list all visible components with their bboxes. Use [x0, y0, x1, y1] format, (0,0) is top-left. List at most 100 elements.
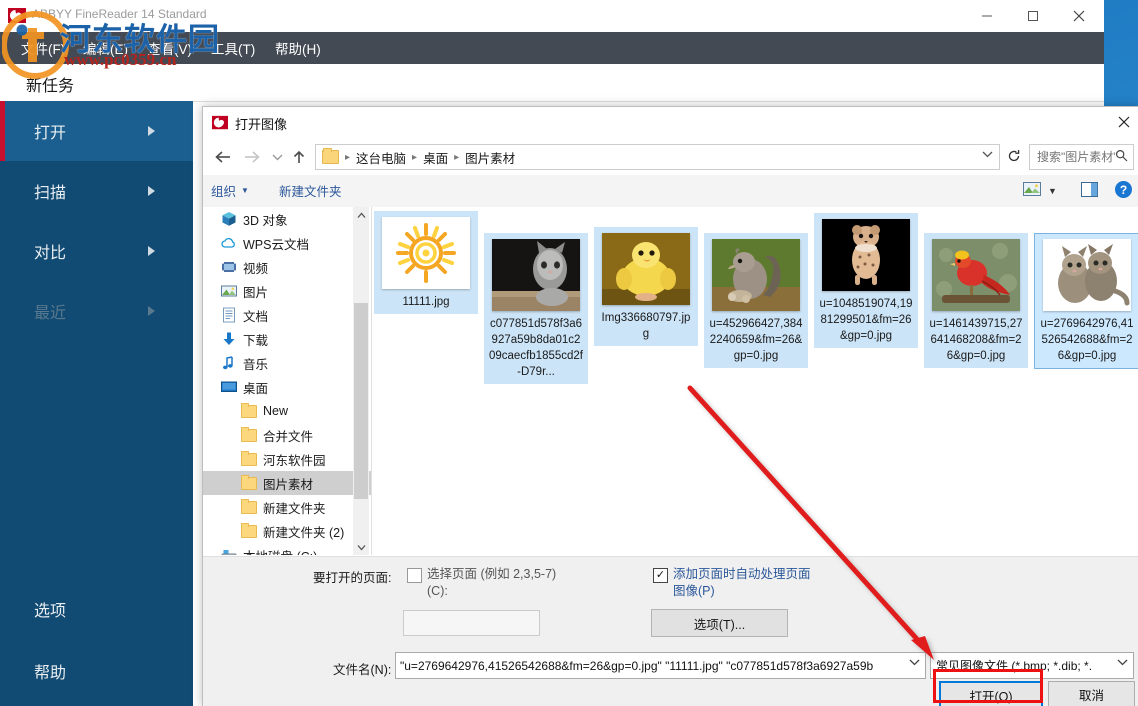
sidebar-item-label: 帮助 — [34, 665, 67, 682]
breadcrumb-item-desktop[interactable]: 桌面 — [423, 148, 448, 167]
view-layout-icon[interactable] — [1023, 182, 1041, 196]
search-input[interactable] — [1035, 149, 1119, 165]
video-icon — [221, 259, 237, 275]
tree-item-label: 本地磁盘 (C:) — [243, 546, 317, 556]
tree-item[interactable]: 音乐 — [203, 351, 371, 375]
auto-process-label[interactable]: 添加页面时自动处理页面图像(P) — [673, 566, 813, 600]
tree-item[interactable]: WPS云文档 — [203, 231, 371, 255]
breadcrumb-item-this-pc[interactable]: 这台电脑 — [356, 148, 406, 167]
scroll-up-arrow[interactable] — [353, 207, 369, 223]
maximize-button[interactable] — [1010, 0, 1056, 32]
abbyy-logo-icon — [212, 115, 228, 131]
cloud-icon — [221, 235, 237, 251]
app-titlebar: ABBYY FineReader 14 Standard — [0, 0, 1104, 32]
file-tile[interactable]: 11111.jpg — [374, 211, 478, 314]
scroll-down-arrow[interactable] — [353, 539, 369, 555]
tree-item[interactable]: 合并文件 — [203, 423, 371, 447]
menu-tools[interactable]: 工具(T) — [202, 32, 264, 64]
menu-bar: 文件(F) 编辑(E) 查看(V) 工具(T) 帮助(H) — [0, 32, 1104, 64]
sidebar-item-help[interactable]: 帮助 — [0, 641, 193, 701]
file-name-label: 11111.jpg — [402, 296, 450, 308]
file-tile[interactable]: Img336680797.jpg — [594, 227, 698, 346]
filename-combobox[interactable]: "u=2769642976,41526542688&fm=26&gp=0.jpg… — [395, 652, 926, 679]
back-button[interactable] — [211, 145, 235, 169]
new-folder-button[interactable]: 新建文件夹 — [279, 181, 342, 200]
organize-button[interactable]: 组织 ▼ — [211, 181, 249, 200]
sidebar-item-open[interactable]: 打开 — [0, 101, 193, 161]
menu-file[interactable]: 文件(F) — [12, 32, 74, 64]
page-title: 新任务 — [26, 78, 75, 95]
breadcrumb-item-current[interactable]: 图片素材 — [465, 148, 515, 167]
file-tile[interactable]: u=2769642976,41526542688&fm=26&gp=0.jpg — [1034, 233, 1138, 369]
tree-item-label: 下载 — [243, 333, 269, 348]
dialog-title: 打开图像 — [235, 117, 288, 132]
sidebar-item-scan[interactable]: 扫描 — [0, 161, 193, 221]
help-icon[interactable]: ? — [1115, 181, 1132, 198]
tree-item[interactable]: 本地磁盘 (C:) — [203, 543, 371, 555]
pages-range-input[interactable] — [403, 610, 540, 636]
tree-item[interactable]: 文档 — [203, 303, 371, 327]
minimize-button[interactable] — [964, 0, 1010, 32]
sidebar-item-label: 扫描 — [34, 185, 67, 202]
tree-item[interactable]: 桌面 — [203, 375, 371, 399]
preview-pane-icon[interactable] — [1081, 182, 1098, 197]
picture-icon — [221, 283, 237, 299]
sidebar-item-recent[interactable]: 最近 — [0, 281, 193, 341]
tree-item[interactable]: 新建文件夹 — [203, 495, 371, 519]
tree-item[interactable]: 下载 — [203, 327, 371, 351]
file-name-label: u=2769642976,41526542688&fm=26&gp=0.jpg — [1040, 318, 1134, 362]
folder-tree[interactable]: 3D 对象 WPS云文档 视频 图片 文档 下载 音乐 桌面 New 合并文件 河东软件园 图片素材新… — [203, 207, 371, 555]
sidebar-item-compare[interactable]: 对比 — [0, 221, 193, 281]
breadcrumb[interactable]: ▸ 这台电脑 ▸ 桌面 ▸ 图片素材 — [315, 144, 1000, 170]
tree-item-label: 文档 — [243, 309, 269, 324]
chevron-down-icon[interactable] — [982, 150, 993, 161]
folder-icon — [241, 523, 257, 539]
file-tile[interactable]: u=452966427,3842240659&fm=26&gp=0.jpg — [704, 233, 808, 368]
folder-icon — [241, 451, 257, 467]
sidebar-item-label: 对比 — [34, 245, 67, 262]
menu-edit[interactable]: 编辑(E) — [74, 32, 137, 64]
up-button[interactable] — [287, 145, 311, 169]
tree-item[interactable]: 新建文件夹 (2) — [203, 519, 371, 543]
menu-help[interactable]: 帮助(H) — [266, 32, 330, 64]
tree-item[interactable]: 图片 — [203, 279, 371, 303]
folder-icon — [241, 475, 257, 491]
file-tile[interactable]: u=1461439715,27641468208&fm=26&gp=0.jpg — [924, 233, 1028, 368]
drive-icon — [221, 547, 237, 555]
file-name-label: c077851d578f3a6927a59b8da01c209caecfb185… — [489, 318, 583, 378]
recent-locations-button[interactable] — [265, 145, 289, 169]
tree-item[interactable]: 图片素材 — [203, 471, 371, 495]
tree-scrollbar[interactable] — [353, 207, 369, 555]
menu-view[interactable]: 查看(V) — [138, 32, 201, 64]
refresh-button[interactable] — [1003, 145, 1025, 167]
file-tile[interactable]: u=1048519074,1981299501&fm=26&gp=0.jpg — [814, 213, 918, 348]
app-sidebar: 打开 扫描 对比 最近 选项 帮助 — [0, 101, 193, 706]
tree-item[interactable]: New — [203, 399, 371, 423]
abbyy-logo-icon — [8, 7, 26, 25]
dialog-close-button[interactable] — [1109, 107, 1138, 137]
select-pages-checkbox[interactable] — [407, 568, 422, 583]
download-icon — [221, 331, 237, 347]
options-button[interactable]: 选项(T)... — [651, 609, 788, 637]
file-list[interactable]: 11111.jpg c077851d578f3a6927a59b8da01c209… — [372, 207, 1138, 555]
file-thumbnail — [602, 233, 690, 305]
file-thumbnail — [1043, 239, 1131, 311]
document-icon — [221, 307, 237, 323]
tree-item[interactable]: 视频 — [203, 255, 371, 279]
chevron-down-icon[interactable] — [1117, 658, 1128, 669]
sidebar-item-options[interactable]: 选项 — [0, 579, 193, 639]
tree-item[interactable]: 3D 对象 — [203, 207, 371, 231]
scrollbar-thumb[interactable] — [354, 303, 368, 499]
file-tile[interactable]: c077851d578f3a6927a59b8da01c209caecfb185… — [484, 233, 588, 384]
chevron-down-icon[interactable]: ▼ — [1048, 186, 1057, 196]
tree-item[interactable]: 河东软件园 — [203, 447, 371, 471]
forward-button[interactable] — [239, 145, 263, 169]
chevron-down-icon[interactable] — [909, 658, 920, 669]
breadcrumb-separator: ▸ — [412, 151, 418, 163]
cancel-button[interactable]: 取消 — [1048, 681, 1135, 706]
close-button[interactable] — [1056, 0, 1102, 32]
search-box[interactable] — [1029, 144, 1134, 170]
select-pages-label: 选择页面 (例如 2,3,5-7)(C): — [427, 567, 557, 598]
sidebar-item-label: 最近 — [34, 305, 67, 322]
auto-process-checkbox[interactable]: ✓ — [653, 568, 668, 583]
